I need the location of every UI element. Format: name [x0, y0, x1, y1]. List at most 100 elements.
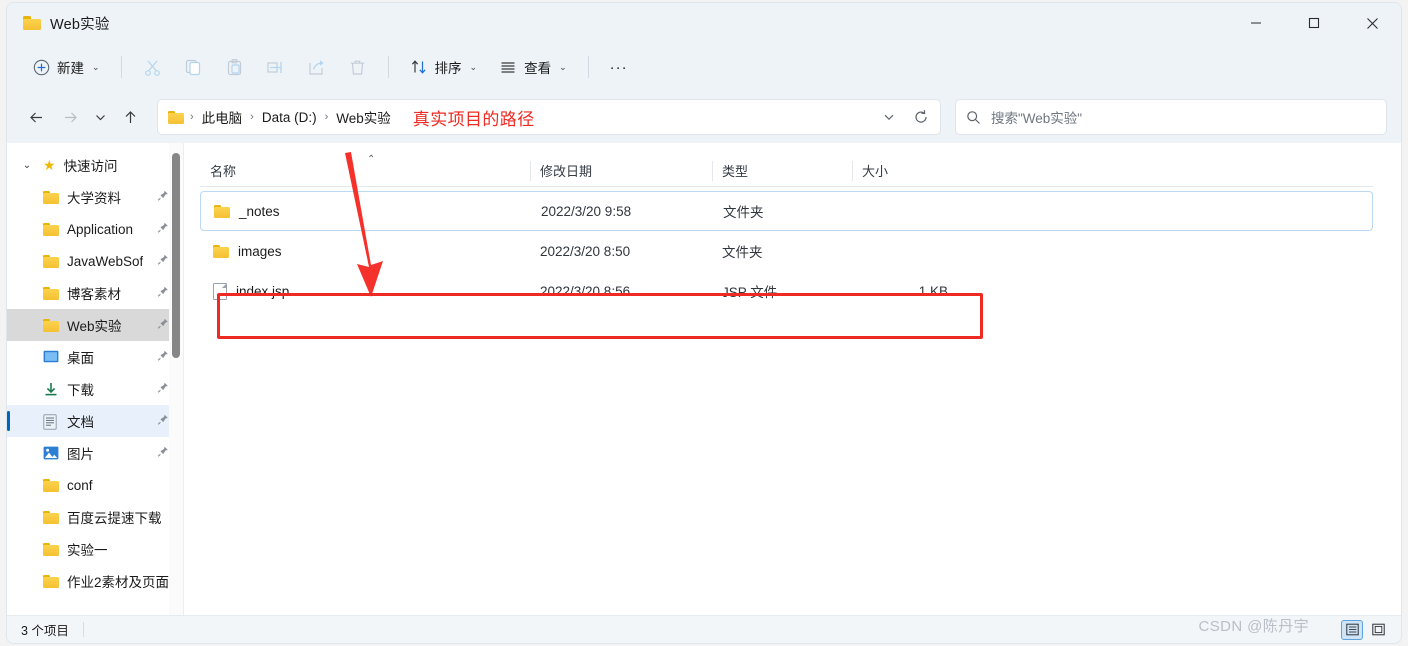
toolbar-divider-3	[587, 56, 589, 78]
cut-button[interactable]	[133, 50, 172, 84]
sidebar-item-label: 下载	[67, 383, 94, 398]
folder-icon	[43, 318, 59, 332]
sidebar-item-downloads[interactable]: 下载	[7, 373, 183, 405]
table-row[interactable]: _notes 2022/3/20 9:58 文件夹	[200, 191, 1373, 231]
sidebar-item-web-experiment[interactable]: Web实验	[7, 309, 183, 341]
desktop-icon	[43, 350, 59, 364]
command-toolbar: 新建 ⌄ 排序 ⌄ 查看 ⌄ ···	[7, 43, 1401, 91]
file-rows: _notes 2022/3/20 9:58 文件夹 images 2022/3/…	[200, 191, 1373, 311]
breadcrumb-item-this-pc[interactable]: 此电脑	[196, 104, 249, 130]
sidebar-item-label: Web实验	[67, 319, 122, 334]
chevron-down-icon: ⌄	[559, 61, 567, 72]
sort-arrows-icon	[410, 58, 428, 76]
pin-icon[interactable]	[157, 350, 169, 365]
column-header-date[interactable]: 修改日期	[530, 157, 712, 185]
table-row[interactable]: images 2022/3/20 8:50 文件夹	[200, 231, 1373, 271]
download-icon	[43, 382, 59, 396]
pin-icon[interactable]	[157, 286, 169, 301]
sidebar-item-boke-sucai[interactable]: 博客素材	[7, 277, 183, 309]
forward-button[interactable]	[53, 100, 87, 134]
sidebar-item-label: 文档	[67, 415, 94, 430]
up-button[interactable]	[113, 100, 147, 134]
file-date-cell: 2022/3/20 8:56	[540, 283, 631, 299]
breadcrumb-item-web-experiment[interactable]: Web实验	[330, 104, 397, 130]
refresh-button[interactable]	[906, 102, 936, 132]
column-header-label: 修改日期	[540, 164, 593, 179]
sidebar-item-documents[interactable]: 文档	[7, 405, 183, 437]
maximize-button[interactable]	[1285, 3, 1343, 43]
pin-icon[interactable]	[157, 318, 169, 333]
folder-icon	[214, 204, 230, 218]
address-bar[interactable]: › 此电脑 › Data (D:) › Web实验 真实项目的路径	[157, 99, 941, 135]
pin-icon[interactable]	[157, 382, 169, 397]
back-button[interactable]	[19, 100, 53, 134]
column-headers: 名称 ⌃ 修改日期 类型 大小	[200, 154, 1373, 187]
pin-icon[interactable]	[157, 446, 169, 461]
more-options-button[interactable]: ···	[600, 50, 638, 84]
folder-icon	[168, 110, 184, 124]
explorer-body: ⌄ ★ 快速访问 大学资料 Application JavaWebSof 博客素…	[7, 143, 1401, 621]
status-bar: 3 个项目	[7, 615, 1401, 643]
sidebar-item-conf[interactable]: conf	[7, 469, 183, 501]
column-header-name[interactable]: 名称 ⌃	[200, 154, 530, 185]
paste-icon	[225, 58, 244, 77]
paste-button[interactable]	[215, 50, 254, 84]
sidebar-item-label: 作业2素材及页面	[67, 575, 170, 590]
search-box[interactable]: 搜索"Web实验"	[955, 99, 1387, 135]
navigation-pane: ⌄ ★ 快速访问 大学资料 Application JavaWebSof 博客素…	[7, 143, 183, 621]
view-button-label: 查看	[524, 61, 552, 76]
delete-button[interactable]	[338, 50, 377, 84]
toolbar-divider	[120, 56, 122, 78]
sort-button[interactable]: 排序 ⌄	[400, 50, 488, 84]
sidebar-scrollbar-thumb[interactable]	[172, 153, 180, 358]
pin-icon[interactable]	[157, 190, 169, 205]
column-header-type[interactable]: 类型	[712, 157, 852, 185]
recent-locations-button[interactable]	[87, 100, 113, 134]
plus-circle-icon	[33, 59, 50, 76]
breadcrumb-item-data-drive[interactable]: Data (D:)	[256, 107, 323, 128]
view-button[interactable]: 查看 ⌄	[489, 50, 577, 84]
sidebar-scrollbar[interactable]	[169, 143, 183, 621]
search-input[interactable]: 搜索"Web实验"	[991, 107, 1082, 127]
tiles-view-icon[interactable]	[1367, 620, 1389, 640]
folder-icon	[43, 286, 59, 300]
file-name-label: index.jsp	[236, 283, 290, 299]
sidebar-item-javawebsof[interactable]: JavaWebSof	[7, 245, 183, 277]
view-mode-buttons	[1341, 619, 1395, 640]
status-divider	[82, 622, 84, 637]
sidebar-item-label: 桌面	[67, 351, 94, 366]
details-view-icon[interactable]	[1341, 619, 1363, 640]
sidebar-group-quick-access[interactable]: ⌄ ★ 快速访问	[7, 149, 183, 181]
folder-icon	[213, 244, 229, 258]
pin-icon[interactable]	[157, 414, 169, 429]
sidebar-item-homework2-materials[interactable]: 作业2素材及页面	[7, 565, 183, 597]
minimize-button[interactable]	[1227, 3, 1285, 43]
sidebar-item-pictures[interactable]: 图片	[7, 437, 183, 469]
sort-button-label: 排序	[434, 61, 462, 76]
pin-icon[interactable]	[157, 222, 169, 237]
close-button[interactable]	[1343, 3, 1401, 43]
share-button[interactable]	[297, 50, 336, 84]
sidebar-item-label: 图片	[67, 447, 94, 462]
address-dropdown-button[interactable]	[874, 102, 904, 132]
sidebar-item-application[interactable]: Application	[7, 213, 183, 245]
file-name-cell: index.jsp	[200, 271, 530, 311]
sidebar-item-desktop[interactable]: 桌面	[7, 341, 183, 373]
rename-button[interactable]	[256, 50, 295, 84]
copy-icon	[184, 58, 203, 77]
sidebar-item-experiment-one[interactable]: 实验一	[7, 533, 183, 565]
sidebar-item-daxue-ziliao[interactable]: 大学资料	[7, 181, 183, 213]
new-button[interactable]: 新建 ⌄	[23, 50, 110, 84]
sidebar-item-baidu-download[interactable]: 百度云提速下载	[7, 501, 183, 533]
copy-button[interactable]	[174, 50, 213, 84]
pin-icon[interactable]	[157, 254, 169, 269]
sidebar-item-label: 博客素材	[67, 287, 121, 302]
file-size-cell	[852, 231, 960, 271]
file-name-cell: _notes	[201, 192, 531, 230]
file-size-cell: 1 KB	[918, 283, 948, 299]
sidebar-item-label: 实验一	[67, 543, 108, 558]
column-header-size[interactable]: 大小	[852, 157, 960, 185]
table-row[interactable]: index.jsp 2022/3/20 8:56 JSP 文件 1 KB	[200, 271, 1373, 311]
file-name-label: _notes	[239, 203, 280, 219]
file-date-cell: 2022/3/20 8:50	[540, 243, 631, 259]
